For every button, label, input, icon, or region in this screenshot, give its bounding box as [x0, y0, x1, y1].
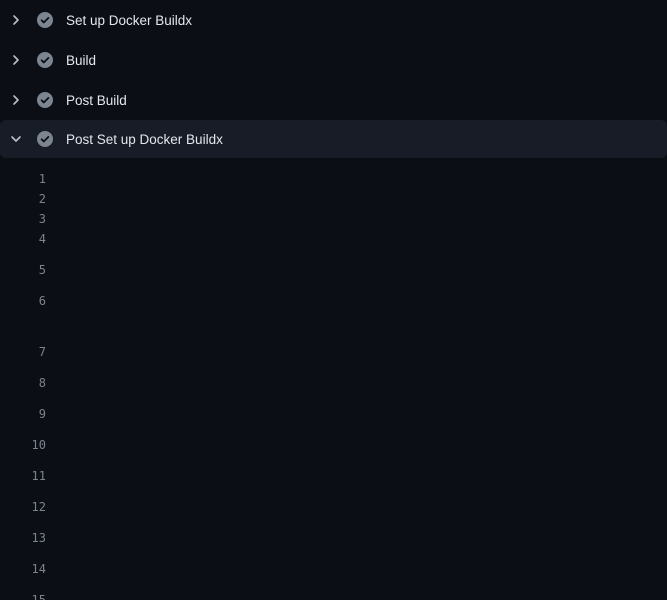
- log-line-number[interactable]: 12: [0, 497, 46, 517]
- chevron-down-icon: [8, 131, 24, 147]
- log-line: 12 ▼ time="2021-04-23T18:02:38Z" level=d…: [0, 497, 667, 528]
- log-line-number[interactable]: 10: [0, 435, 46, 455]
- log-section-header-post-build[interactable]: Post Build: [0, 80, 667, 120]
- log-lines: 1 ▼ Post job cleanup. 2 ▼ BuildKit conta…: [0, 158, 667, 600]
- log-line: 14 ▼ time="2021-04-23T18:02:38Z" level=d…: [0, 559, 667, 590]
- log-line[interactable]: 2 ▼ BuildKit container logs: [0, 189, 667, 209]
- log-line-number[interactable]: 6: [0, 291, 46, 311]
- log-line-number[interactable]: 1: [0, 169, 46, 189]
- log-line-number[interactable]: 15: [0, 590, 46, 600]
- log-line-number[interactable]: 7: [0, 342, 46, 362]
- log-section-header-build[interactable]: Build: [0, 40, 667, 80]
- log-section-header-setup-docker-buildx[interactable]: Set up Docker Buildx: [0, 0, 667, 40]
- log-line-number[interactable]: 8: [0, 373, 46, 393]
- chevron-right-icon: [8, 52, 24, 68]
- log-line: 9 ▼ time="2021-04-23T18:02:37Z" level=wa…: [0, 404, 667, 435]
- log-line: 6 ▼ time="2021-04-23T18:02:37Z" level=in…: [0, 291, 667, 322]
- log-line: ▼ linux/riscv64 linux/ppc64le linux/s390…: [0, 322, 667, 342]
- log-line-number[interactable]: 5: [0, 260, 46, 280]
- log-line-number[interactable]: 4: [0, 229, 46, 249]
- log-line-number[interactable]: 13: [0, 528, 46, 548]
- log-line-number[interactable]: 2: [0, 189, 46, 209]
- log-line: 8 ▼ time="2021-04-23T18:02:37Z" level=in…: [0, 373, 667, 404]
- actions-log-viewer: Set up Docker Buildx Build Post Build Po…: [0, 0, 667, 600]
- chevron-right-icon: [8, 12, 24, 28]
- chevron-right-icon: [8, 92, 24, 108]
- success-check-icon: [37, 12, 53, 28]
- section-title: Build: [66, 53, 96, 68]
- section-title: Post Build: [66, 93, 127, 108]
- success-check-icon: [37, 131, 53, 147]
- log-line-number[interactable]: 9: [0, 404, 46, 424]
- log-line: 10 ▼ time="2021-04-23T18:02:37Z" level=i…: [0, 435, 667, 466]
- log-line: 7 ▼ time="2021-04-23T18:02:37Z" level=wa…: [0, 342, 667, 373]
- log-line: 15 ▼ time="2021-04-23T18:02:38Z" level=d…: [0, 590, 667, 600]
- log-line-number[interactable]: 14: [0, 559, 46, 579]
- log-section-header-post-setup-docker-buildx[interactable]: Post Set up Docker Buildx: [0, 120, 667, 158]
- log-line: 13 ▼ time="2021-04-23T18:02:38Z" level=d…: [0, 528, 667, 559]
- log-line: 11 ▼ time="2021-04-23T18:02:38Z" level=d…: [0, 466, 667, 497]
- section-title: Post Set up Docker Buildx: [66, 132, 223, 147]
- log-line: 1 ▼ Post job cleanup.: [0, 169, 667, 189]
- log-line: 4 ▼ time="2021-04-23T18:02:37Z" level=in…: [0, 229, 667, 260]
- log-line-number[interactable]: 3: [0, 209, 46, 229]
- success-check-icon: [37, 52, 53, 68]
- log-line: 3 ▼ /usr/bin/docker logs buildx_buildkit…: [0, 209, 667, 229]
- log-line-number[interactable]: 11: [0, 466, 46, 486]
- success-check-icon: [37, 92, 53, 108]
- section-title: Set up Docker Buildx: [66, 13, 192, 28]
- log-line: 5 ▼ time="2021-04-23T18:02:37Z" level=wa…: [0, 260, 667, 291]
